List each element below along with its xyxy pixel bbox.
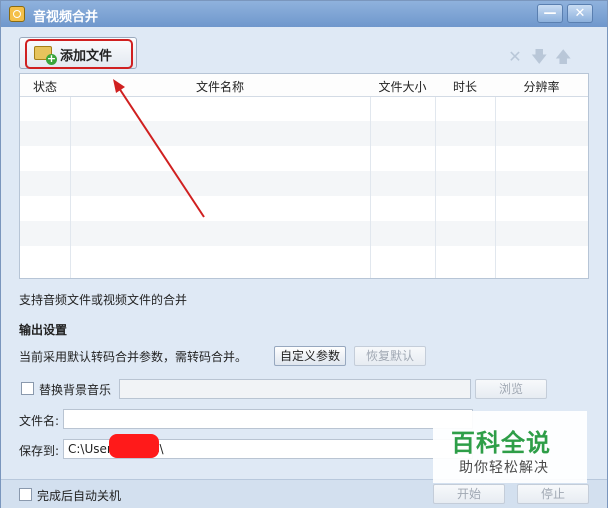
window-title: 音视频合并 <box>33 10 99 25</box>
column-header-resolution[interactable]: 分辨率 <box>495 78 588 95</box>
custom-params-button[interactable]: 自定义参数 <box>274 346 346 366</box>
annotation-highlight-box <box>25 39 133 69</box>
bg-music-path-input[interactable] <box>119 379 471 399</box>
replace-bg-music-checkbox[interactable] <box>21 382 34 395</box>
watermark-title: 百科全说 <box>451 429 551 457</box>
move-down-icon[interactable]: 🡇 <box>531 49 547 65</box>
title-bar[interactable]: 音视频合并 — ✕ <box>1 1 607 27</box>
column-divider <box>495 74 496 278</box>
move-up-icon[interactable]: 🡅 <box>555 49 571 65</box>
column-header-duration[interactable]: 时长 <box>435 78 495 95</box>
column-divider <box>370 74 371 278</box>
restore-default-button[interactable]: 恢复默认 <box>354 346 426 366</box>
footer-bar: 完成后自动关机 开始 停止 <box>1 479 607 508</box>
merge-window: 音视频合并 — ✕ 添加文件 ✕ 🡇 🡅 状态 文件名称 文件大小 时长 分辨率 <box>0 0 608 508</box>
redaction-mark <box>109 434 159 458</box>
auto-shutdown-checkbox[interactable] <box>19 488 32 501</box>
save-to-label: 保存到: <box>19 444 60 458</box>
support-hint: 支持音频文件或视频文件的合并 <box>19 293 188 307</box>
watermark: 百科全说 助你轻松解决 <box>433 411 587 483</box>
column-header-filesize[interactable]: 文件大小 <box>370 78 435 95</box>
watermark-subtitle: 助你轻松解决 <box>459 460 549 476</box>
column-divider <box>435 74 436 278</box>
filename-input[interactable] <box>63 409 473 429</box>
table-row <box>20 246 588 271</box>
stop-button[interactable]: 停止 <box>517 484 589 504</box>
output-settings-title: 输出设置 <box>19 323 68 337</box>
remove-icon[interactable]: ✕ <box>507 49 523 65</box>
app-icon <box>9 6 25 22</box>
param-info-text: 当前采用默认转码合并参数，需转码合并。 <box>19 350 248 364</box>
filename-label: 文件名: <box>19 414 60 428</box>
column-header-status[interactable]: 状态 <box>20 78 70 95</box>
column-divider <box>70 74 71 278</box>
start-button[interactable]: 开始 <box>433 484 505 504</box>
close-button[interactable]: ✕ <box>567 4 593 23</box>
auto-shutdown-label: 完成后自动关机 <box>37 489 122 503</box>
table-row <box>20 221 588 246</box>
browse-button[interactable]: 浏览 <box>475 379 547 399</box>
minimize-button[interactable]: — <box>537 4 563 23</box>
replace-bg-music-label: 替换背景音乐 <box>39 383 112 397</box>
annotation-arrow <box>113 79 205 218</box>
